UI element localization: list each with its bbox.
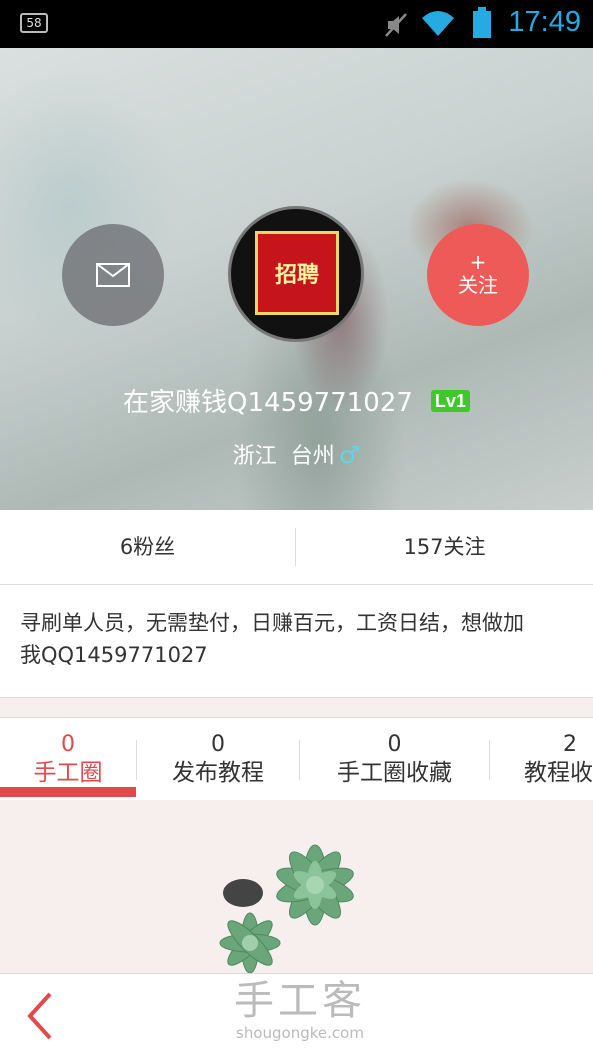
bottom-bar: 手工客 shougongke.com: [0, 973, 593, 1056]
notification-count-icon: 58: [20, 13, 48, 33]
status-bar: 58 17:49: [0, 0, 593, 48]
watermark-url: shougongke.com: [236, 1024, 364, 1042]
tab-published-tutorials[interactable]: 0 发布教程: [137, 718, 299, 800]
watermark-title: 手工客: [234, 978, 366, 1024]
bio-text: 寻刷单人员，无需垫付，日赚百元，工资日结，想做加我QQ1459771027: [20, 611, 524, 667]
tab-circle-favorites[interactable]: 0 手工圈收藏: [300, 718, 489, 800]
avatar[interactable]: 招聘: [228, 206, 364, 342]
male-icon: ♂: [338, 441, 361, 469]
back-arrow-icon[interactable]: [18, 988, 62, 1044]
succulent-plant-illustration: [219, 844, 354, 973]
following-count[interactable]: 157关注: [296, 510, 593, 584]
envelope-icon: [96, 263, 130, 287]
avatar-logo-text: 招聘: [274, 263, 319, 288]
follow-label: 关注: [458, 273, 498, 297]
tab-label: 手工圈: [33, 760, 103, 786]
tab-count: 0: [61, 732, 75, 757]
active-tab-indicator: [0, 787, 136, 797]
tab-tutorial-favorites[interactable]: 2 教程收藏: [490, 718, 593, 800]
tab-label: 教程收藏: [524, 760, 593, 786]
fans-count[interactable]: 6粉丝: [0, 510, 295, 584]
wifi-icon: [422, 11, 454, 36]
clock: 17:49: [508, 6, 581, 38]
level-badge: Lv1: [430, 389, 470, 412]
message-button[interactable]: [62, 224, 164, 326]
username-row: 在家赚钱Q1459771027 Lv1: [0, 382, 593, 419]
tab-label: 发布教程: [172, 760, 264, 786]
mute-icon: [385, 13, 407, 37]
battery-icon: [473, 7, 491, 38]
tab-label: 手工圈收藏: [337, 760, 452, 786]
follow-button[interactable]: + 关注: [427, 224, 529, 326]
bio-section: 寻刷单人员，无需垫付，日赚百元，工资日结，想做加我QQ1459771027: [0, 585, 593, 698]
location-row: 浙江 台州 ♂: [0, 438, 593, 470]
tab-count: 0: [211, 732, 225, 757]
tab-count: 0: [387, 732, 402, 757]
empty-state: [0, 800, 593, 973]
stats-bar: 6粉丝 157关注: [0, 510, 593, 585]
plus-icon: +: [469, 250, 487, 274]
watermark: 手工客 shougongke.com: [200, 978, 400, 1042]
username: 在家赚钱Q1459771027: [123, 388, 413, 418]
avatar-image: 招聘: [255, 231, 339, 315]
location: 浙江 台州: [232, 444, 335, 469]
profile-header: 招聘 + 关注 在家赚钱Q1459771027 Lv1 浙江 台州 ♂: [0, 48, 593, 510]
tab-count: 2: [563, 732, 577, 757]
